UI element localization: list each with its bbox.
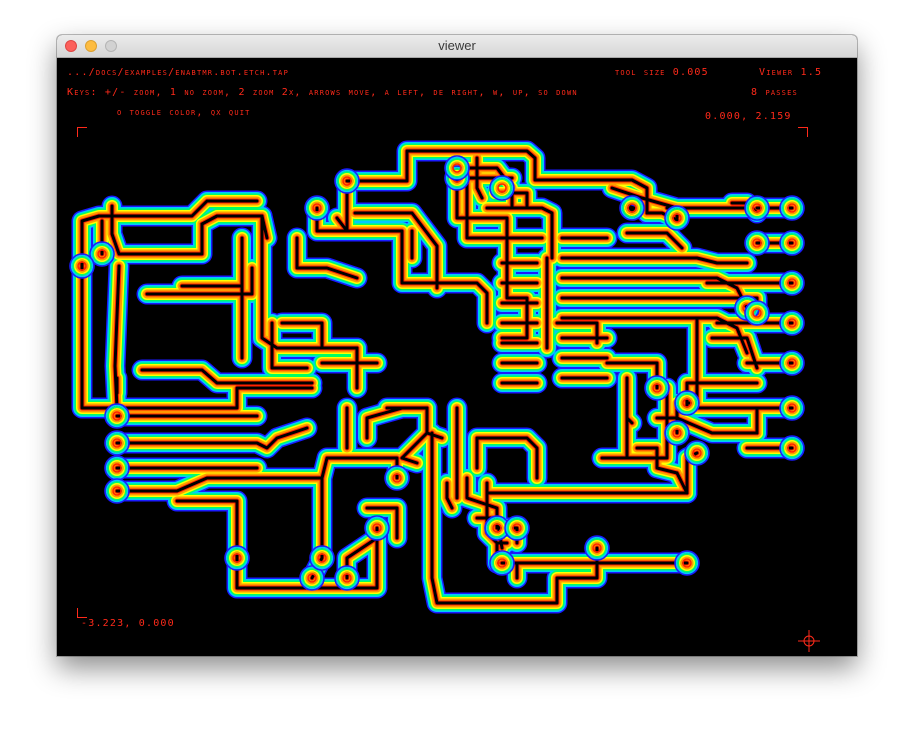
passes-count: 8 passes (751, 87, 798, 98)
viewer-window: viewer .../docs/examples/enabtmr.bot.etc… (57, 35, 857, 656)
corner-bracket-bottom-left (77, 608, 87, 618)
keys-help: Keys: +/- zoom, 1 no zoom, 2 zoom 2x, ar… (67, 87, 578, 98)
title-bar[interactable]: viewer (57, 35, 857, 58)
pcb-toolpath-canvas[interactable]: .../docs/examples/enabtmr.bot.etch.tap t… (57, 58, 857, 656)
corner-bracket-top-right (798, 127, 808, 137)
keys-help-2: o toggle color, qx quit (117, 107, 251, 118)
coord-top-right: 0.000, 2.159 (705, 111, 792, 122)
file-path: .../docs/examples/enabtmr.bot.etch.tap (67, 67, 290, 78)
corner-bracket-top-left (77, 127, 87, 137)
tool-size: tool size 0.005 (615, 67, 709, 78)
crosshair-icon[interactable] (797, 629, 821, 653)
viewer-version: Viewer 1.5 (759, 67, 823, 78)
coord-bottom-left: -3.223, 0.000 (81, 618, 175, 629)
window-title: viewer (438, 38, 476, 53)
toolpath-drawing (69, 140, 805, 614)
